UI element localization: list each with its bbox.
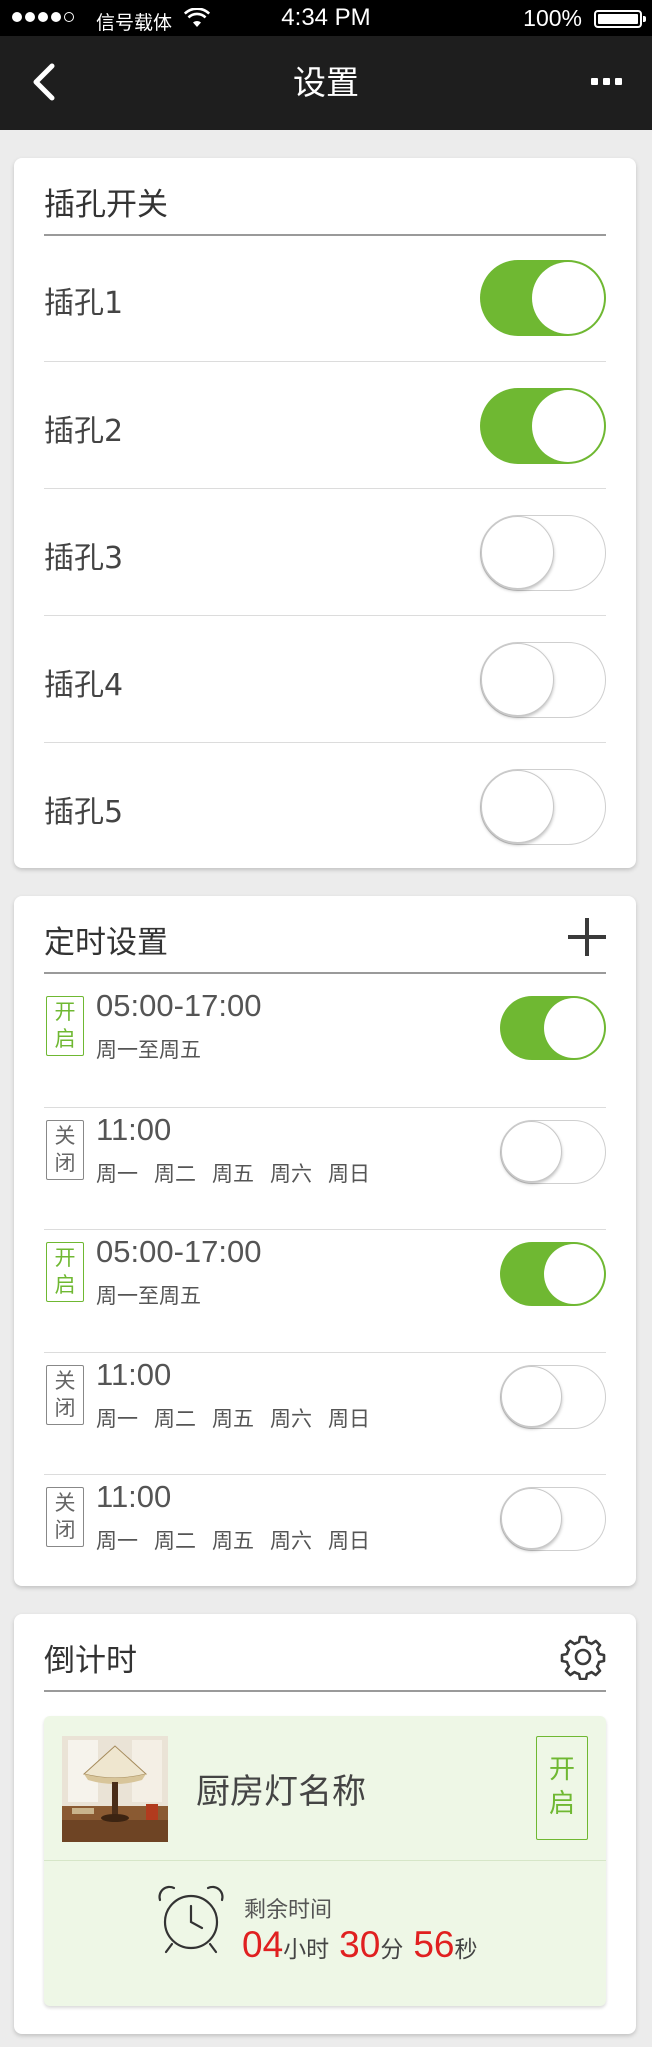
socket-row: 插孔1 [44, 234, 606, 361]
weekday-label: 周五 [212, 1406, 254, 1431]
weekday-label: 周一 [96, 1161, 138, 1186]
remaining-time: 04小时 30分 56秒 [242, 1924, 487, 1966]
weekday-label: 周五 [212, 1161, 254, 1186]
socket-toggle[interactable] [480, 642, 606, 718]
socket-label: 插孔1 [44, 286, 124, 321]
gear-icon[interactable] [560, 1634, 606, 1680]
countdown-card: 倒计时 厨房灯名称 开启 剩余时间 04小时 30分 56秒 [14, 1614, 636, 2034]
socket-toggle[interactable] [480, 769, 606, 845]
socket-row: 插孔3 [44, 488, 606, 616]
section-title: 插孔开关 [44, 187, 168, 223]
timer-status-tag: 关闭 [46, 1119, 84, 1180]
socket-label: 插孔2 [44, 414, 124, 449]
section-title: 倒计时 [44, 1643, 137, 1679]
timer-repeat-days: 周一 周二 周五 周六 周日 [96, 1403, 370, 1433]
seconds-value: 56 [413, 1924, 455, 1965]
timer-time: 11:00 [96, 1479, 172, 1514]
status-bar: 信号载体 4:34 PM 100% [0, 0, 652, 36]
timer-row: 开启 05:00-17:00 周一至周五 [44, 1229, 606, 1352]
seconds-unit: 秒 [454, 1937, 478, 1963]
timer-repeat-days: 周一至周五 [96, 1280, 201, 1310]
timer-settings-header: 定时设置 [44, 896, 606, 974]
weekday-label: 周五 [212, 1529, 254, 1553]
timer-status-tag: 开启 [46, 1242, 84, 1302]
weekday-label: 周一 [96, 1529, 138, 1553]
socket-row: 插孔2 [44, 361, 606, 489]
timer-row: 关闭 11:00 周一 周二 周五 周六 周日 [44, 1351, 606, 1475]
timer-time: 11:00 [96, 1111, 172, 1147]
timer-time: 05:00-17:00 [96, 1234, 262, 1269]
timer-toggle[interactable] [500, 996, 606, 1060]
socket-toggle[interactable] [480, 515, 606, 591]
alarm-clock-icon [158, 1885, 224, 1954]
timer-status-tag: 关闭 [46, 1364, 84, 1425]
more-options-icon[interactable] [591, 78, 622, 85]
device-name: 厨房灯名称 [196, 1772, 366, 1812]
hours-value: 04 [242, 1924, 284, 1965]
device-photo [62, 1736, 168, 1842]
divider [44, 1860, 606, 1861]
socket-switch-card: 插孔开关 插孔1 插孔2 插孔3 插孔4 插孔5 [14, 158, 636, 868]
countdown-device-panel: 厨房灯名称 开启 剩余时间 04小时 30分 56秒 [44, 1716, 606, 2006]
timer-toggle[interactable] [500, 1364, 606, 1429]
timer-status-tag: 开启 [46, 996, 84, 1056]
timer-row: 开启 05:00-17:00 周一至周五 [44, 984, 606, 1106]
socket-toggle[interactable] [480, 260, 606, 336]
weekday-label: 周二 [154, 1406, 196, 1431]
device-status-button[interactable]: 开启 [536, 1736, 588, 1840]
socket-label: 插孔4 [44, 668, 124, 703]
timer-toggle[interactable] [500, 1242, 606, 1306]
timer-toggle[interactable] [500, 1119, 606, 1184]
add-timer-icon[interactable] [568, 918, 606, 956]
timer-toggle[interactable] [500, 1487, 606, 1551]
minutes-unit: 分 [380, 1937, 404, 1963]
socket-row: 插孔4 [44, 615, 606, 743]
weekday-label: 周六 [270, 1161, 312, 1186]
timer-repeat-days: 周一 周二 周五 周六 周日 [96, 1158, 370, 1188]
weekday-label: 周一至周五 [96, 1284, 201, 1308]
battery-percent: 100% [523, 5, 582, 31]
timer-settings-card: 定时设置 开启 05:00-17:00 周一至周五关闭 11:00 周一 周二 周五 周六 周日… [14, 896, 636, 1586]
weekday-label: 周二 [154, 1529, 196, 1553]
timer-repeat-days: 周一 周二 周五 周六 周日 [96, 1525, 370, 1555]
timer-time: 05:00-17:00 [96, 988, 262, 1023]
socket-row: 插孔5 [44, 742, 606, 870]
remaining-time-label: 剩余时间 [244, 1898, 333, 1923]
section-title: 定时设置 [44, 925, 168, 961]
weekday-label: 周六 [270, 1406, 312, 1431]
page-title: 设置 [293, 63, 359, 102]
weekday-label: 周日 [328, 1161, 370, 1186]
minutes-value: 30 [339, 1924, 381, 1965]
weekday-label: 周日 [328, 1406, 370, 1431]
socket-label: 插孔5 [44, 795, 124, 830]
weekday-label: 周一 [96, 1406, 138, 1431]
timer-status-tag: 关闭 [46, 1487, 84, 1547]
timer-repeat-days: 周一至周五 [96, 1034, 201, 1064]
weekday-label: 周一至周五 [96, 1038, 201, 1062]
navigation-bar: 设置 [0, 36, 652, 130]
socket-toggle[interactable] [480, 388, 606, 464]
weekday-label: 周日 [328, 1529, 370, 1553]
weekday-label: 周二 [154, 1161, 196, 1186]
hours-unit: 小时 [283, 1937, 330, 1963]
socket-switch-header: 插孔开关 [44, 158, 606, 236]
timer-row: 关闭 11:00 周一 周二 周五 周六 周日 [44, 1106, 606, 1230]
battery-icon [594, 10, 646, 28]
timer-time: 11:00 [96, 1356, 172, 1392]
weekday-label: 周六 [270, 1529, 312, 1553]
timer-row: 关闭 11:00 周一 周二 周五 周六 周日 [44, 1474, 606, 1597]
countdown-header: 倒计时 [44, 1614, 606, 1692]
socket-label: 插孔3 [44, 541, 124, 576]
